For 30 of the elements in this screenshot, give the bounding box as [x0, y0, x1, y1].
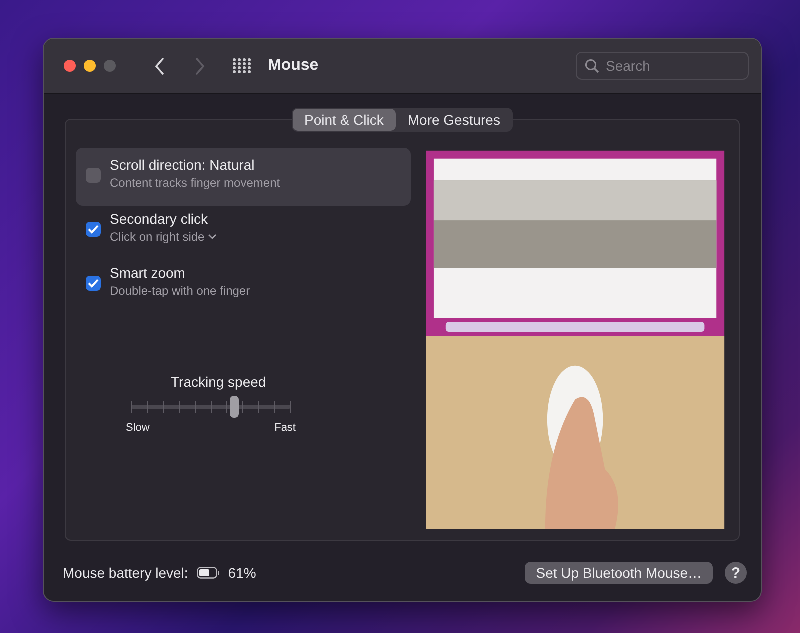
battery-percentage: 61% [228, 565, 256, 581]
slider-min-label: Slow [126, 422, 150, 434]
tracking-speed-slider[interactable] [131, 394, 291, 420]
slider-thumb[interactable] [230, 396, 240, 418]
battery-icon [197, 567, 220, 579]
option-title: Smart zoom [110, 265, 186, 281]
tab[interactable]: Point & Click [292, 109, 396, 131]
window-control-icon[interactable] [64, 60, 76, 72]
checkbox[interactable] [86, 168, 101, 183]
slider-label: Tracking speed [171, 374, 266, 390]
window-control-icon[interactable] [84, 60, 96, 72]
checkbox[interactable] [86, 276, 101, 291]
grid-icon[interactable] [232, 58, 252, 74]
option-subtitle[interactable]: Click on right side [110, 230, 205, 244]
checkbox[interactable] [86, 222, 101, 237]
search-field[interactable]: Search [576, 52, 749, 80]
option-subtitle: Double-tap with one finger [110, 284, 250, 298]
tab[interactable]: More Gestures [396, 109, 512, 131]
back-chevron-icon[interactable] [155, 58, 165, 74]
help-button[interactable]: ? [725, 562, 747, 584]
option-subtitle: Content tracks finger movement [110, 176, 280, 190]
window-title: Mouse [268, 57, 319, 75]
search-icon [585, 59, 600, 74]
setup-bluetooth-mouse-button[interactable]: Set Up Bluetooth Mouse… [525, 562, 713, 584]
chevron-down-icon[interactable] [208, 234, 217, 240]
option-title: Secondary click [110, 211, 210, 227]
slider-max-label: Fast [274, 422, 296, 434]
option-row[interactable]: Scroll direction: Natural Content tracks finger movement [76, 148, 412, 206]
option-title: Scroll direction: Natural [110, 157, 256, 173]
battery-label: Mouse battery level: [63, 565, 188, 581]
